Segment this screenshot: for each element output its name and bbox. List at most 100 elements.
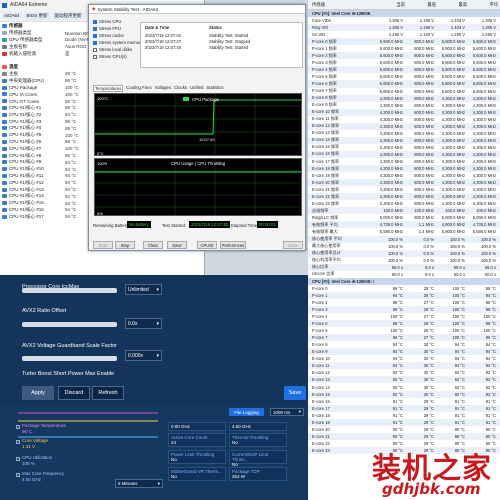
sensor-row[interactable]: E-core 14 92 °C 30 °C 92 °C 92 °C xyxy=(308,383,500,390)
sensor-row[interactable]: E-core 13 92 °C 30 °C 92 °C 92 °C xyxy=(308,376,500,384)
sensor-row[interactable]: E-core 12 92 °C 30 °C 92 °C 92 °C xyxy=(308,369,500,376)
stress-option[interactable]: Stress cache xyxy=(93,33,124,38)
sensor-row[interactable]: E-core 15 频率 4,300.0 MHz 800.0 MHz 4,300.0 … xyxy=(308,144,500,151)
close-button[interactable]: Close xyxy=(283,241,303,249)
sensor-row[interactable]: E-core 16 频率 4,300.0 MHz 800.0 MHz 4,300.0 … xyxy=(308,150,500,158)
sensor-row[interactable]: E-core 12 频率 4,300.0 MHz 800.0 MHz 4,300.0 … xyxy=(308,122,500,130)
sensor-row[interactable]: P-core 3 频率 5,600.0 MHz 800.0 MHz 5,800.0 M… xyxy=(308,59,500,66)
tab-voltages[interactable]: Voltages xyxy=(155,85,172,92)
sensor-row[interactable]: 有效频率 平均 4,738.0 MHz 1.1 MHz 4,800.0 MHz 4,73… xyxy=(308,221,500,229)
sensor-row[interactable]: P-core 4 100 °C 27 °C 100 °C 100 °C xyxy=(308,313,500,320)
stress-option[interactable]: Stress system memory xyxy=(93,40,143,45)
col-avg[interactable]: 平均 xyxy=(467,2,498,8)
clear-button[interactable]: Clear xyxy=(143,241,163,249)
col-sensor[interactable]: 传感器 xyxy=(308,2,374,8)
toolbar-bios-update-button[interactable]: BIOS 更新 xyxy=(24,11,50,20)
refresh-button[interactable]: Refresh xyxy=(92,386,124,400)
avx2-ratio-select[interactable]: 0.0x ▾ xyxy=(125,318,162,329)
avx2-guardband-slider[interactable] xyxy=(22,356,117,361)
sensor-row[interactable]: E-core 18 频率 4,300.0 MHz 800.0 MHz 4,300.0 … xyxy=(308,165,500,173)
sensor-row[interactable]: Ring VID 1.305 V 1.190 V 1.403 V 1.305 V xyxy=(308,24,500,32)
sensor-row[interactable]: E-core 23 频率 4,300.0 MHz 800.0 MHz 4,300.0 … xyxy=(308,200,500,207)
sensor-row[interactable]: E-core 13 频率 4,300.0 MHz 800.0 MHz 4,300.0 … xyxy=(308,130,500,137)
checkbox[interactable] xyxy=(93,47,97,52)
sensor-row[interactable]: P-core 0 96 °C 28 °C 100 °C 96 °C xyxy=(308,285,500,292)
stress-option[interactable]: Stress CPU xyxy=(93,19,121,24)
sensor-row[interactable]: 核心比率 56.0 x 8.0 x 58.0 x 56.0 x xyxy=(308,263,500,271)
sensor-row[interactable]: E-core 22 频率 4,300.0 MHz 800.0 MHz 4,300.0 … xyxy=(308,193,500,201)
checkbox[interactable] xyxy=(93,26,97,31)
sensor-group-row[interactable]: CPU [#0]: Intel Core i9-13900K: DTS xyxy=(308,277,500,285)
tab-unified[interactable]: Unified xyxy=(190,85,203,92)
sensor-row[interactable]: P-core 3 99 °C 28 °C 100 °C 99 °C xyxy=(308,305,500,314)
sensor-row[interactable]: E-core 19 频率 4,300.0 MHz 800.0 MHz 4,300.0 … xyxy=(308,172,500,179)
col-max[interactable]: 最高 xyxy=(436,2,467,8)
stop-button[interactable]: Stop xyxy=(115,241,135,249)
sensor-row[interactable]: E-core 21 90 °C 29 °C 90 °C 90 °C xyxy=(308,432,500,440)
sensor-row[interactable]: 有效频率 最大 5,590.0 MHz 1.4 MHz 5,800.0 MHz 5,59… xyxy=(308,228,500,235)
iccmax-slider[interactable] xyxy=(22,288,117,293)
save-log-button[interactable]: Save xyxy=(167,241,187,249)
sensor-row[interactable]: E-core 14 频率 4,300.0 MHz 800.0 MHz 4,300.0 … xyxy=(308,136,500,144)
sensor-row[interactable]: 核心利用率平均 100.0 % 0.0 % 100.0 % 100.0 % xyxy=(308,257,500,264)
sensor-row[interactable]: 核心使用率 平均 100.0 % 0.0 % 100.0 % 100.0 % xyxy=(308,235,500,243)
voltage-checkbox[interactable] xyxy=(16,440,20,444)
apply-button[interactable]: Apply xyxy=(22,386,54,400)
sensor-row[interactable]: E-core 9 94 °C 30 °C 94 °C 94 °C xyxy=(308,348,500,356)
avx2-guardband-select[interactable]: 0.000x ▾ xyxy=(125,350,162,361)
save-button[interactable]: Save xyxy=(284,386,306,400)
sensor-row[interactable]: E-core 21 频率 4,300.0 MHz 800.0 MHz 4,300.0 … xyxy=(308,186,500,193)
sensor-row[interactable]: Uncore 比率 50.0 x 8.0 x 50.0 x 50.0 x xyxy=(308,271,500,278)
sensor-row[interactable]: E-core 17 91 °C 29 °C 91 °C 91 °C xyxy=(308,404,500,412)
sensor-row[interactable]: P-core 5 频率 5,600.0 MHz 800.0 MHz 5,800.0 M… xyxy=(308,73,500,80)
checkbox[interactable] xyxy=(93,19,97,24)
sensor-row[interactable]: E-core 11 94 °C 30 °C 94 °C 94 °C xyxy=(308,362,500,370)
tab-cooling-fans[interactable]: Cooling Fans xyxy=(126,85,151,92)
freq-checkbox[interactable] xyxy=(16,473,20,477)
sensor-row[interactable]: E-core 8 94 °C 30 °C 94 °C 94 °C xyxy=(308,341,500,348)
sensor-row[interactable]: 总线频率 100.0 MHz 100.0 MHz 100.0 MHz 100.0 MHz xyxy=(308,207,500,215)
sensor-row[interactable]: P-core 6 100 °C 28 °C 100 °C 100 °C xyxy=(308,327,500,334)
cpuid-button[interactable]: CPUID xyxy=(197,241,217,249)
file-logging-button[interactable]: File Logging xyxy=(229,408,264,416)
col-current[interactable]: 当前 xyxy=(374,2,405,8)
sensor-group-row[interactable]: CPU [#0]: Intel Core i9-13900K xyxy=(308,10,500,18)
tab-statistics[interactable]: Statistics xyxy=(206,85,223,92)
stress-option[interactable]: Stress FPU xyxy=(93,26,121,31)
sensor-row[interactable]: P-core 1 94 °C 28 °C 100 °C 94 °C xyxy=(308,291,500,299)
stress-option[interactable]: Stress local disks xyxy=(93,47,132,52)
sensor-row[interactable]: P-core 1 频率 5,600.0 MHz 800.0 MHz 5,800.0 M… xyxy=(308,45,500,52)
tab-temperatures[interactable]: Temperatures xyxy=(93,85,124,92)
preferences-button[interactable]: Preferences xyxy=(220,241,246,249)
sensor-row[interactable]: P-core 5 98 °C 28 °C 100 °C 98 °C xyxy=(308,320,500,328)
sensor-row[interactable]: P-core 2 98 °C 27 °C 100 °C 98 °C xyxy=(308,299,500,306)
col-min[interactable]: 最低 xyxy=(405,2,436,8)
sensor-row[interactable]: E-core 15 92 °C 30 °C 92 °C 92 °C xyxy=(308,390,500,398)
checkbox[interactable] xyxy=(93,33,97,38)
avx2-ratio-slider[interactable] xyxy=(22,322,117,327)
checkbox[interactable] xyxy=(93,54,97,59)
sensor-row[interactable]: E-core 18 91 °C 29 °C 91 °C 91 °C xyxy=(308,412,500,419)
sensor-row[interactable]: Ring/LLC 频率 5,000.0 MHz 800.0 MHz 5,000.0 M… xyxy=(308,214,500,221)
sensor-row[interactable]: P-core 7 96 °C 27 °C 100 °C 96 °C xyxy=(308,334,500,342)
sensor-row[interactable]: E-core 20 90 °C 29 °C 90 °C 90 °C xyxy=(308,426,500,433)
sensor-row[interactable]: P-core 4 频率 5,600.0 MHz 800.0 MHz 5,800.0 M… xyxy=(308,66,500,74)
temp-checkbox[interactable] xyxy=(16,425,20,429)
sensor-row[interactable]: 核心使用率总计 100.0 % 0.0 % 100.0 % 100.0 % xyxy=(308,249,500,257)
sensor-row[interactable]: Core VIDs 1.306 V 1.190 V 1.403 V 1.306 V xyxy=(308,17,500,24)
sensor-row[interactable]: E-core 9 频率 4,300.0 MHz 800.0 MHz 4,300.0 M… xyxy=(308,102,500,109)
interval-select[interactable]: 1000 ms ▾ xyxy=(270,408,304,416)
sensor-row[interactable]: E-core 17 频率 4,300.0 MHz 800.0 MHz 4,300.0 … xyxy=(308,158,500,165)
sensor-row[interactable]: E-core 10 频率 4,300.0 MHz 800.0 MHz 4,300.0 … xyxy=(308,108,500,116)
discard-button[interactable]: Discard xyxy=(58,386,90,400)
util-checkbox[interactable] xyxy=(16,457,20,461)
sensor-row[interactable]: E-core 10 94 °C 30 °C 94 °C 94 °C xyxy=(308,355,500,362)
sensor-row[interactable]: E-core 16 91 °C 29 °C 91 °C 91 °C xyxy=(308,398,500,405)
stress-option[interactable]: Stress GPU(s) xyxy=(93,54,127,59)
sensor-row[interactable]: SA VID 1.250 V 1.150 V 1.290 V 1.250 V xyxy=(308,31,500,38)
sensor-row[interactable]: P-core 7 频率 5,600.0 MHz 800.0 MHz 5,800.0 M… xyxy=(308,88,500,95)
iccmax-select[interactable]: Unlimited ▾ xyxy=(125,284,162,295)
sensor-row[interactable]: E-core 20 频率 4,300.0 MHz 800.0 MHz 4,300.0 … xyxy=(308,179,500,187)
start-button[interactable]: Start xyxy=(93,241,113,249)
toolbar-driver-update-button[interactable]: 驱动程序更新 xyxy=(52,11,84,20)
